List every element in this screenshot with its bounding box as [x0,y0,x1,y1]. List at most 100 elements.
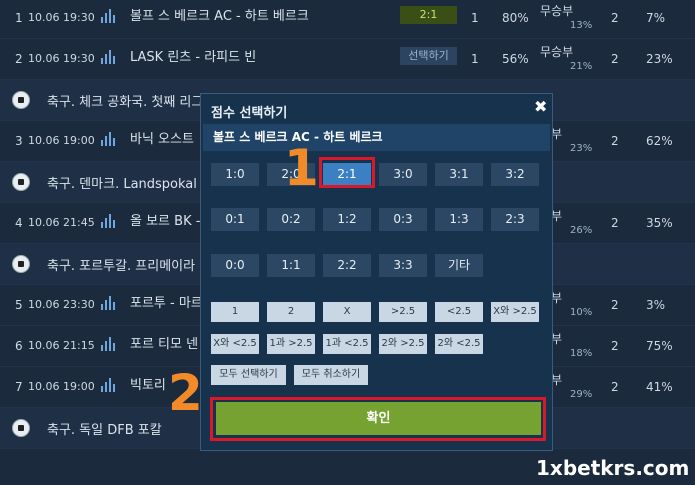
score-button[interactable]: 3:1 [435,163,483,186]
soccer-ball-icon [12,419,30,437]
draw-label: 무승부 [540,4,574,18]
away-percent: 3% [646,298,666,312]
league-name: 축구. 체크 공화국. 첫째 리그 [47,95,204,110]
away-percent: 35% [646,216,673,230]
score-button[interactable]: 0:0 [211,254,259,277]
away-percent: 41% [646,380,673,394]
score-button[interactable]: 3:2 [491,163,539,186]
row-number: 5 [15,298,23,312]
step-1-label: 1 [284,139,319,197]
match-teams[interactable]: 올 보르 BK - [130,210,200,229]
soccer-ball-icon [12,91,30,109]
select-all-button[interactable]: 모두 선택하기 [211,365,286,385]
score-button[interactable]: 0:1 [211,208,259,231]
stats-icon[interactable] [101,214,117,228]
away-percent: 75% [646,339,673,353]
score-button[interactable]: 2:2 [323,254,371,277]
away-odds: 2 [611,216,619,230]
stats-icon[interactable] [101,378,117,392]
dialog-title: 점수 선택하기 [211,106,288,121]
league-name: 축구. 포르투갈. 프리메이라 [47,259,196,274]
draw-percent: 18% [570,348,593,359]
away-odds: 2 [611,339,619,353]
league-name: 축구. 독일 DFB 포칼 [47,423,162,438]
score-select-button[interactable]: 선택하기 [400,47,457,65]
match-time: 10.06 21:15 [28,339,95,352]
stats-icon[interactable] [101,50,117,64]
score-button[interactable]: 1:2 [323,208,371,231]
score-button[interactable]: 0:2 [267,208,315,231]
draw-percent: 21% [570,61,593,72]
home-odds: 1 [471,52,479,66]
confirm-highlight [210,397,546,441]
stats-icon[interactable] [101,132,117,146]
bet-option-button[interactable]: X와 >2.5 [491,302,539,322]
away-odds: 2 [611,380,619,394]
away-odds: 2 [611,52,619,66]
selected-score-highlight [319,157,375,188]
match-time: 10.06 19:00 [28,380,95,393]
away-odds: 2 [611,11,619,25]
match-time: 10.06 21:45 [28,216,95,229]
match-time: 10.06 19:30 [28,52,95,65]
row-number: 7 [15,380,23,394]
watermark: 1xbetkrs.com [536,456,690,480]
match-teams[interactable]: 빅토리 [130,374,166,393]
bet-option-button[interactable]: 2와 <2.5 [435,334,483,354]
away-odds: 2 [611,298,619,312]
score-button[interactable]: 1:3 [435,208,483,231]
score-button[interactable]: 3:0 [379,163,427,186]
stats-icon[interactable] [101,296,117,310]
score-select-button[interactable]: 2:1 [400,6,457,24]
row-number: 1 [15,11,23,25]
soccer-ball-icon [12,173,30,191]
close-icon[interactable]: ✖ [534,97,547,116]
away-percent: 62% [646,134,673,148]
home-odds: 1 [471,11,479,25]
row-number: 6 [15,339,23,353]
bet-option-button[interactable]: >2.5 [379,302,427,322]
step-2-label: 2 [168,364,203,422]
match-name: 볼프 스 베르크 AC - 하트 베르크 [203,124,550,151]
bet-option-button[interactable]: 1과 >2.5 [267,334,315,354]
away-percent: 7% [646,11,666,25]
match-teams[interactable]: LASK 린츠 - 라피드 빈 [130,46,256,65]
bet-option-button[interactable]: 1과 <2.5 [323,334,371,354]
draw-percent: 26% [570,225,593,236]
bet-option-button[interactable]: <2.5 [435,302,483,322]
match-teams[interactable]: 포르 티모 넨 [130,333,198,352]
match-time: 10.06 23:30 [28,298,95,311]
home-percent: 56% [502,52,529,66]
score-button[interactable]: 기타 [435,254,483,277]
match-teams[interactable]: 포르투 - 마르 [130,292,203,311]
draw-percent: 23% [570,143,593,154]
away-odds: 2 [611,134,619,148]
home-percent: 80% [502,11,529,25]
draw-label: 무승부 [540,45,574,59]
row-number: 2 [15,52,23,66]
score-button[interactable]: 2:3 [491,208,539,231]
match-time: 10.06 19:30 [28,11,95,24]
stats-icon[interactable] [101,9,117,23]
league-name: 축구. 덴마크. Landspokal [47,177,197,192]
score-button[interactable]: 0:3 [379,208,427,231]
match-teams[interactable]: 볼프 스 베르크 AC - 하트 베르크 [130,5,309,24]
bet-option-button[interactable]: 2와 >2.5 [379,334,427,354]
score-button[interactable]: 3:3 [379,254,427,277]
match-time: 10.06 19:00 [28,134,95,147]
stats-icon[interactable] [101,337,117,351]
row-number: 3 [15,134,23,148]
soccer-ball-icon [12,255,30,273]
draw-percent: 29% [570,389,593,400]
cancel-all-button[interactable]: 모두 취소하기 [294,365,368,385]
draw-percent: 10% [570,307,593,318]
match-teams[interactable]: 바닉 오스트 [130,128,194,147]
bet-option-button[interactable]: X [323,302,371,322]
bet-option-button[interactable]: 2 [267,302,315,322]
score-button[interactable]: 1:0 [211,163,259,186]
score-button[interactable]: 1:1 [267,254,315,277]
match-row: 1 10.06 19:30 볼프 스 베르크 AC - 하트 베르크 2:1 1 80% 무… [0,0,695,39]
draw-percent: 13% [570,20,593,31]
bet-option-button[interactable]: X와 <2.5 [211,334,259,354]
bet-option-button[interactable]: 1 [211,302,259,322]
